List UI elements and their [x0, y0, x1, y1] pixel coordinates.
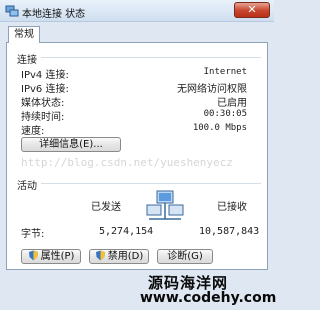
duration-value: 00:30:05 — [203, 109, 247, 119]
bytes-label: 字节: — [21, 229, 45, 240]
bytes-sent-value: 5,274,154 — [99, 226, 154, 237]
media-state-value: 已启用 — [217, 98, 247, 109]
speed-label: 速度: — [21, 126, 45, 137]
window-title: 本地连接 状态 — [22, 9, 86, 20]
close-button[interactable]: ✕ — [234, 2, 270, 18]
shield-icon — [28, 250, 38, 261]
bytes-received-value: 10,587,843 — [199, 226, 260, 237]
ipv6-label: IPv6 连接: — [21, 84, 69, 95]
sent-label: 已发送 — [91, 202, 121, 213]
site-watermark-url: www.codehy.com — [140, 290, 277, 306]
details-button[interactable]: 详细信息(E)... — [21, 137, 121, 152]
divider — [41, 183, 261, 184]
network-icon — [5, 5, 19, 17]
tab-general[interactable]: 常规 — [8, 26, 40, 43]
shield-icon — [95, 250, 105, 261]
properties-label: 属性(P) — [40, 251, 75, 262]
divider — [41, 57, 261, 58]
properties-button[interactable]: 属性(P) — [21, 249, 81, 264]
duration-label: 持续时间: — [21, 112, 65, 123]
ipv6-value: 无网络访问权限 — [177, 84, 247, 95]
speed-value: 100.0 Mbps — [192, 123, 247, 133]
title-bar: 本地连接 状态 ✕ — [0, 0, 274, 22]
disable-label: 禁用(D) — [107, 251, 144, 262]
ipv4-label: IPv4 连接: — [21, 70, 69, 81]
general-panel: 连接 IPv4 连接: Internet IPv6 连接: 无网络访问权限 媒体… — [6, 42, 268, 270]
media-state-label: 媒体状态: — [21, 98, 65, 109]
close-icon: ✕ — [247, 3, 257, 16]
computer-network-icon — [146, 190, 184, 220]
connection-heading: 连接 — [17, 55, 37, 66]
activity-heading: 活动 — [17, 181, 37, 192]
diagnose-button[interactable]: 诊断(G) — [157, 249, 213, 264]
watermark-url: http://blog.csdn.net/yueshenyecz — [21, 156, 233, 169]
received-label: 已接收 — [217, 202, 247, 213]
disable-button[interactable]: 禁用(D) — [89, 249, 149, 264]
ipv4-value: Internet — [203, 67, 247, 77]
